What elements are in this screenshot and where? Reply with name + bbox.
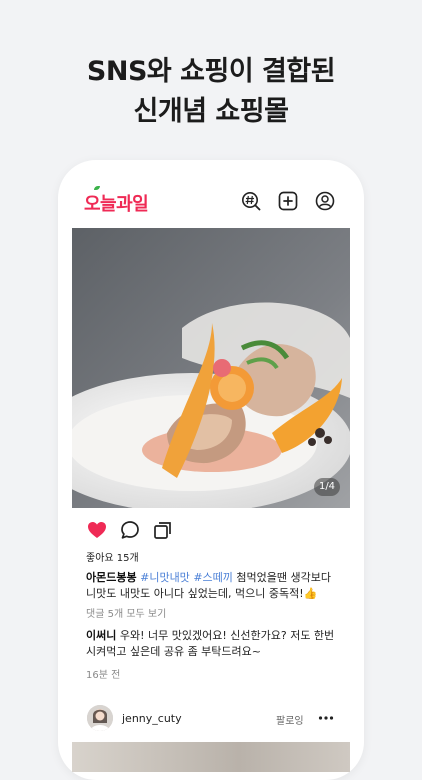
caption-username[interactable]: 아몬드봉봉 [86,571,137,584]
comment-item: 이써니 우와! 너무 맛있겠어요! 신선한가요? 저도 한번 시켜먹고 싶은데 … [86,628,344,660]
app-logo: 오늘과일 [84,194,149,215]
comment-line-1: 이써니 우와! 너무 맛있겠어요! 신선한가요? 저도 한번 [86,628,344,644]
comment-line-2: 시켜먹고 싶은데 공유 좀 부탁드려요~ [86,644,344,660]
app-screen: 오늘과일 1/4 좋아요 15개 아몬드봉봉 #니맛내맛 #스떼끼 첨먹었을땐 … [72,172,350,772]
post-actions [72,515,350,545]
post-caption: 아몬드봉봉 #니맛내맛 #스떼끼 첨먹었을땐 생각보다 니맛도 내맛도 아니다 … [86,570,344,602]
avatar[interactable] [87,705,113,731]
view-all-comments-link[interactable]: 댓글 5개 모두 보기 [86,605,166,620]
post-timestamp: 16분 전 [86,670,121,681]
heart-icon[interactable] [86,519,108,541]
hashtag-link[interactable]: #스떼끼 [193,571,233,584]
comment-text: 시켜먹고 싶은데 공유 좀 부탁드려요~ [86,645,262,658]
share-icon[interactable] [152,519,174,541]
caption-text: 니맛도 내맛도 아니다 싶었는데, 먹으니 중독적! [86,587,304,600]
more-options-icon[interactable] [318,710,334,726]
hashtag-search-icon[interactable] [241,191,261,211]
image-counter: 1/4 [314,478,340,496]
next-post-username[interactable]: jenny_cuty [122,712,182,725]
promo-headline: SNS와 쇼핑이 결합된 신개념 쇼핑몰 [0,52,422,132]
food-photo-image [72,228,350,508]
hashtag-link[interactable]: #니맛내맛 [140,571,190,584]
comment-icon[interactable] [119,519,141,541]
avatar-image [87,705,113,731]
comment-username[interactable]: 이써니 [86,629,116,642]
like-count[interactable]: 좋아요 15개 [86,549,139,564]
following-button[interactable]: 팔로잉 [276,712,304,727]
thumbs-up-icon: 👍 [303,587,318,600]
comment-text: 우와! 너무 맛있겠어요! 신선한가요? 저도 한번 [119,629,335,642]
headline-line-1: SNS와 쇼핑이 결합된 [86,56,336,87]
next-post-photo[interactable] [72,742,350,772]
add-post-icon[interactable] [278,191,298,211]
next-post-header: jenny_cuty 팔로잉 [72,700,350,740]
profile-icon[interactable] [315,191,335,211]
app-top-bar: 오늘과일 [72,172,350,227]
post-photo[interactable]: 1/4 [72,228,350,508]
caption-line-1: 아몬드봉봉 #니맛내맛 #스떼끼 첨먹었을땐 생각보다 [86,570,344,586]
caption-text: 첨먹었을땐 생각보다 [236,571,331,584]
caption-line-2: 니맛도 내맛도 아니다 싶었는데, 먹으니 중독적!👍 [86,586,344,602]
headline-line-2: 신개념 쇼핑몰 [133,96,289,127]
